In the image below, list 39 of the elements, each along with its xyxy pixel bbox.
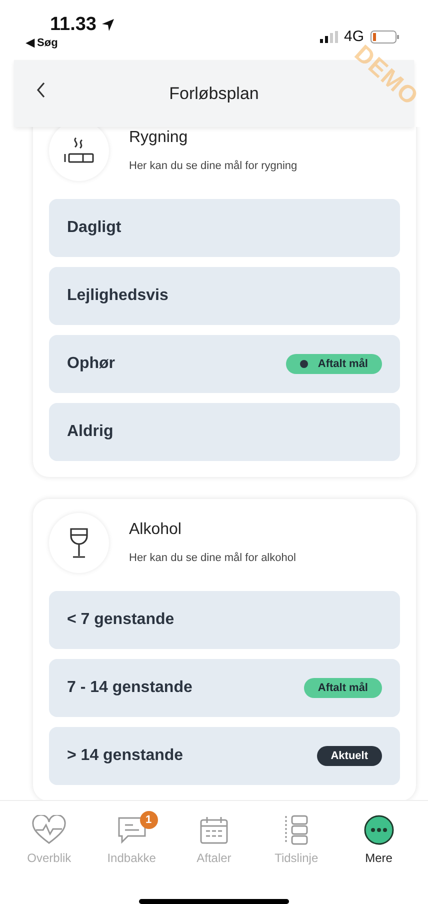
- page-title: Forløbsplan: [169, 84, 259, 104]
- option-label: Ophør: [67, 355, 115, 373]
- option-row[interactable]: Dagligt: [49, 199, 400, 257]
- chevron-left-icon: [36, 82, 46, 98]
- tab-bar-item[interactable]: Mere: [342, 815, 415, 880]
- option-row[interactable]: > 14 genstande Aktuelt: [49, 727, 400, 785]
- status-badge: Aftalt mål: [286, 354, 382, 374]
- dot-icon: [300, 360, 308, 368]
- option-row[interactable]: Lejlighedsvis: [49, 267, 400, 325]
- card-title: Rygning: [129, 128, 189, 146]
- calendar-icon[interactable]: [198, 815, 229, 845]
- option-label: Aldrig: [67, 423, 114, 441]
- battery-icon: [370, 30, 400, 44]
- cigarette-icon: [62, 136, 96, 166]
- option-label: > 14 genstande: [67, 747, 184, 765]
- heart-pulse-icon[interactable]: [31, 815, 68, 845]
- timeline-icon[interactable]: [283, 815, 310, 845]
- network-type: 4G: [344, 28, 364, 45]
- signal-icon: [320, 30, 338, 42]
- wine-glass-icon: [67, 527, 91, 559]
- option-row[interactable]: < 7 genstande: [49, 591, 400, 649]
- clock-time: 11.33: [50, 14, 96, 36]
- status-badge: Aktuelt: [316, 746, 382, 766]
- option-label: Dagligt: [67, 219, 122, 237]
- option-row[interactable]: 7 - 14 genstande Aftalt mål: [49, 659, 400, 717]
- card-subtitle: Her kan du se dine mål for alkohol: [129, 552, 296, 564]
- option-row[interactable]: Aldrig: [49, 403, 400, 461]
- back-to-app-link[interactable]: ◀ Søg: [26, 36, 114, 49]
- option-label: < 7 genstande: [67, 611, 174, 629]
- chat-icon[interactable]: [116, 815, 148, 845]
- card-title: Alkohol: [129, 520, 182, 538]
- status-badge: Aftalt mål: [304, 678, 382, 698]
- notification-badge: 1: [140, 811, 158, 829]
- card-subtitle: Her kan du se dine mål for rygning: [129, 160, 298, 172]
- option-label: Lejlighedsvis: [67, 287, 168, 305]
- more-icon[interactable]: [364, 815, 394, 845]
- option-row[interactable]: Ophør Aftalt mål: [49, 335, 400, 393]
- option-label: 7 - 14 genstande: [67, 679, 192, 697]
- location-arrow-icon: [100, 18, 114, 32]
